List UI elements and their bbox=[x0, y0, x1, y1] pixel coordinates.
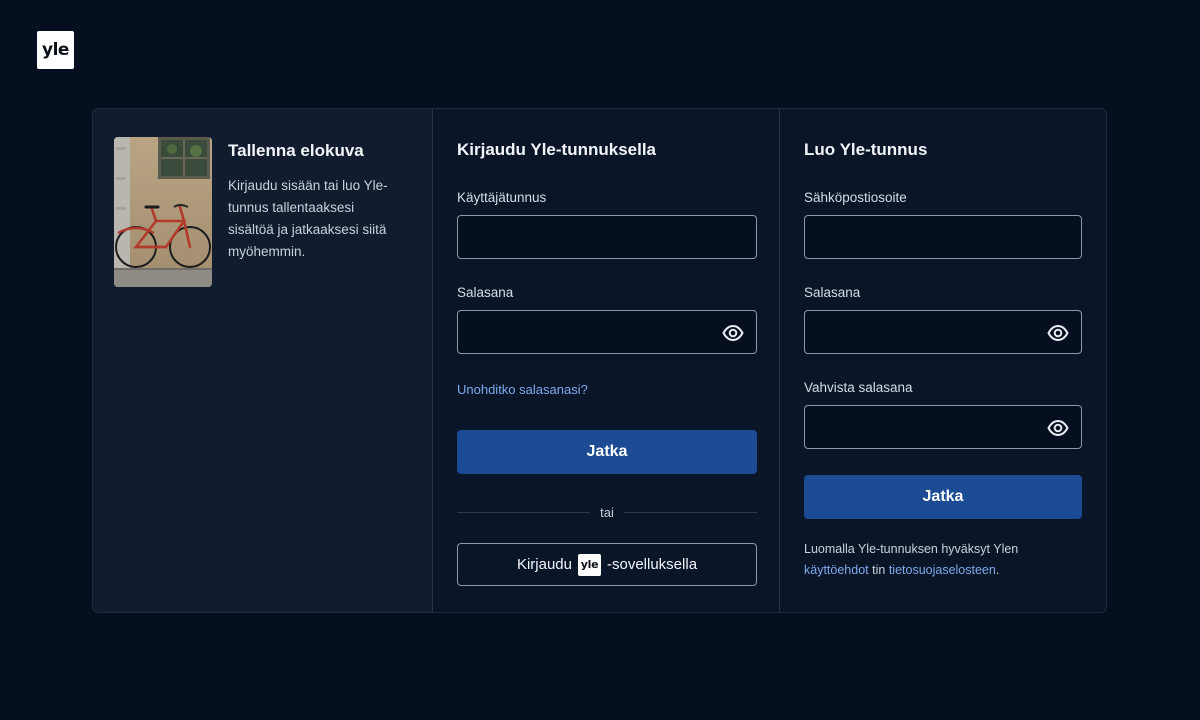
yle-logo-text: yle bbox=[42, 40, 69, 60]
register-panel: Luo Yle-tunnus Sähköpostiosoite Salasana… bbox=[780, 109, 1106, 612]
login-password-label: Salasana bbox=[457, 285, 514, 300]
register-password-input[interactable] bbox=[805, 311, 1081, 353]
promo-image-bicycle bbox=[114, 137, 212, 287]
login-password-field-box bbox=[457, 310, 757, 354]
divider-text: tai bbox=[600, 504, 614, 520]
eye-icon[interactable] bbox=[1047, 418, 1069, 438]
app-login-suffix: -sovelluksella bbox=[607, 556, 698, 573]
terms-prefix: Luomalla Yle-tunnuksen hyväksyt Ylen bbox=[804, 542, 1019, 556]
forgot-password-link[interactable]: Unohditko salasanasi? bbox=[457, 382, 588, 397]
register-submit-button[interactable]: Jatka bbox=[804, 475, 1082, 519]
username-input[interactable] bbox=[458, 216, 756, 258]
terms-notice: Luomalla Yle-tunnuksen hyväksyt Ylen käy… bbox=[804, 539, 1082, 581]
register-title: Luo Yle-tunnus bbox=[804, 140, 928, 159]
divider-line-right bbox=[623, 511, 758, 513]
confirm-password-label: Vahvista salasana bbox=[804, 380, 913, 395]
email-field-box bbox=[804, 215, 1082, 259]
login-password-input[interactable] bbox=[458, 311, 756, 353]
terms-of-use-link[interactable]: käyttöehdot bbox=[804, 563, 869, 577]
login-submit-button[interactable]: Jatka bbox=[457, 430, 757, 474]
privacy-policy-link[interactable]: tietosuojaselosteen bbox=[889, 563, 996, 577]
confirm-password-field-box bbox=[804, 405, 1082, 449]
page: yle Tallenna elokuva Kirjaudu sisään tai… bbox=[0, 0, 1200, 720]
promo-description: Kirjaudu sisään tai luo Yle-tunnus talle… bbox=[228, 178, 388, 259]
confirm-password-input[interactable] bbox=[805, 406, 1081, 448]
promo-title: Tallenna elokuva bbox=[228, 141, 364, 160]
app-login-prefix: Kirjaudu bbox=[516, 556, 572, 573]
username-field-box bbox=[457, 215, 757, 259]
eye-icon[interactable] bbox=[722, 323, 744, 343]
username-label: Käyttäjätunnus bbox=[457, 190, 547, 205]
auth-card: Tallenna elokuva Kirjaudu sisään tai luo… bbox=[92, 108, 1107, 613]
terms-middle: tin bbox=[872, 563, 886, 577]
terms-suffix: . bbox=[995, 563, 1000, 577]
login-title: Kirjaudu Yle-tunnuksella bbox=[457, 140, 657, 159]
eye-icon[interactable] bbox=[1047, 323, 1069, 343]
bicycle-illustration bbox=[114, 137, 212, 287]
register-password-label: Salasana bbox=[804, 285, 861, 300]
email-input[interactable] bbox=[805, 216, 1081, 258]
divider-line-left bbox=[457, 511, 591, 513]
app-login-button[interactable]: Kirjaudu yle -sovelluksella bbox=[457, 543, 757, 586]
promo-text: Tallenna elokuva Kirjaudu sisään tai luo… bbox=[228, 137, 403, 612]
yle-app-logo-icon: yle bbox=[578, 553, 601, 576]
promo-panel: Tallenna elokuva Kirjaudu sisään tai luo… bbox=[93, 109, 433, 612]
register-password-field-box bbox=[804, 310, 1082, 354]
yle-logo[interactable]: yle bbox=[37, 31, 74, 69]
login-panel: Kirjaudu Yle-tunnuksella Käyttäjätunnus … bbox=[433, 109, 780, 612]
email-label: Sähköpostiosoite bbox=[804, 190, 907, 205]
or-divider: tai bbox=[457, 502, 758, 522]
